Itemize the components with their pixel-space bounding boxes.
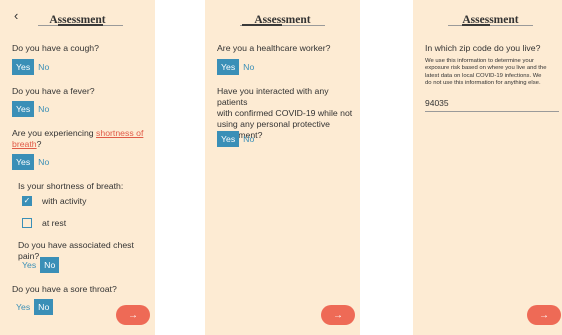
title-underline xyxy=(448,24,533,26)
zip-input-underline xyxy=(425,111,559,112)
chest-yes-no: Yes No xyxy=(18,257,60,273)
throat-yes-button[interactable]: Yes xyxy=(12,299,34,315)
arrow-right-icon: → xyxy=(333,309,343,321)
worker-yes-no: Yes No xyxy=(217,59,258,75)
question-zip-code: In which zip code do you live? xyxy=(425,43,541,53)
question-cough: Do you have a cough? xyxy=(12,43,99,53)
assessment-screen-1: ‹ Assessment Do you have a cough? Yes No… xyxy=(0,0,155,335)
cough-no-button[interactable]: No xyxy=(34,59,53,75)
chest-no-button[interactable]: No xyxy=(40,257,60,273)
breath-yes-button[interactable]: Yes xyxy=(12,154,35,170)
question-breath-type: Is your shortness of breath: xyxy=(18,181,124,191)
page-title: Assessment xyxy=(49,14,106,26)
question-sore-throat: Do you have a sore throat? xyxy=(12,284,117,294)
breath-link[interactable]: breath xyxy=(12,139,37,149)
contact-yes-button[interactable]: Yes xyxy=(217,131,240,147)
title-underline xyxy=(38,24,123,26)
zip-privacy-note: We use this information to determine you… xyxy=(425,58,547,86)
assessment-screen-3: Assessment In which zip code do you live… xyxy=(413,0,562,335)
checkbox-at-rest[interactable]: at rest xyxy=(22,218,66,228)
fever-no-button[interactable]: No xyxy=(34,101,53,117)
shortness-of-breath-link[interactable]: shortness of xyxy=(96,128,143,138)
breath-yes-no: Yes No xyxy=(12,154,53,170)
question-fever: Do you have a fever? xyxy=(12,86,95,96)
question-shortness-of-breath: Are you experiencing shortness of breath… xyxy=(12,128,144,149)
next-button[interactable]: → xyxy=(321,305,355,325)
fever-yes-no: Yes No xyxy=(12,101,53,117)
breath-no-button[interactable]: No xyxy=(34,154,53,170)
title-underline xyxy=(240,24,325,26)
throat-yes-no: Yes No xyxy=(12,299,54,315)
cough-yes-no: Yes No xyxy=(12,59,53,75)
assessment-screen-2: Assessment Are you a healthcare worker? … xyxy=(205,0,360,335)
checkbox-checked-icon[interactable]: ✓ xyxy=(22,196,32,206)
next-button[interactable]: → xyxy=(116,305,150,325)
next-button[interactable]: → xyxy=(527,305,561,325)
page-title: Assessment xyxy=(254,14,311,26)
chest-yes-button[interactable]: Yes xyxy=(18,257,40,273)
worker-yes-button[interactable]: Yes xyxy=(217,59,240,75)
cough-yes-button[interactable]: Yes xyxy=(12,59,35,75)
worker-no-button[interactable]: No xyxy=(239,59,258,75)
checkbox-with-activity[interactable]: ✓ with activity xyxy=(22,196,86,206)
checkbox-unchecked-icon[interactable] xyxy=(22,218,32,228)
contact-no-button[interactable]: No xyxy=(239,131,258,147)
throat-no-button[interactable]: No xyxy=(34,299,54,315)
zip-code-input[interactable]: 94035 xyxy=(425,98,449,108)
arrow-right-icon: → xyxy=(128,309,138,321)
arrow-right-icon: → xyxy=(539,309,549,321)
page-title: Assessment xyxy=(462,14,519,26)
question-healthcare-worker: Are you a healthcare worker? xyxy=(217,43,331,53)
fever-yes-button[interactable]: Yes xyxy=(12,101,35,117)
contact-yes-no: Yes No xyxy=(217,131,258,147)
